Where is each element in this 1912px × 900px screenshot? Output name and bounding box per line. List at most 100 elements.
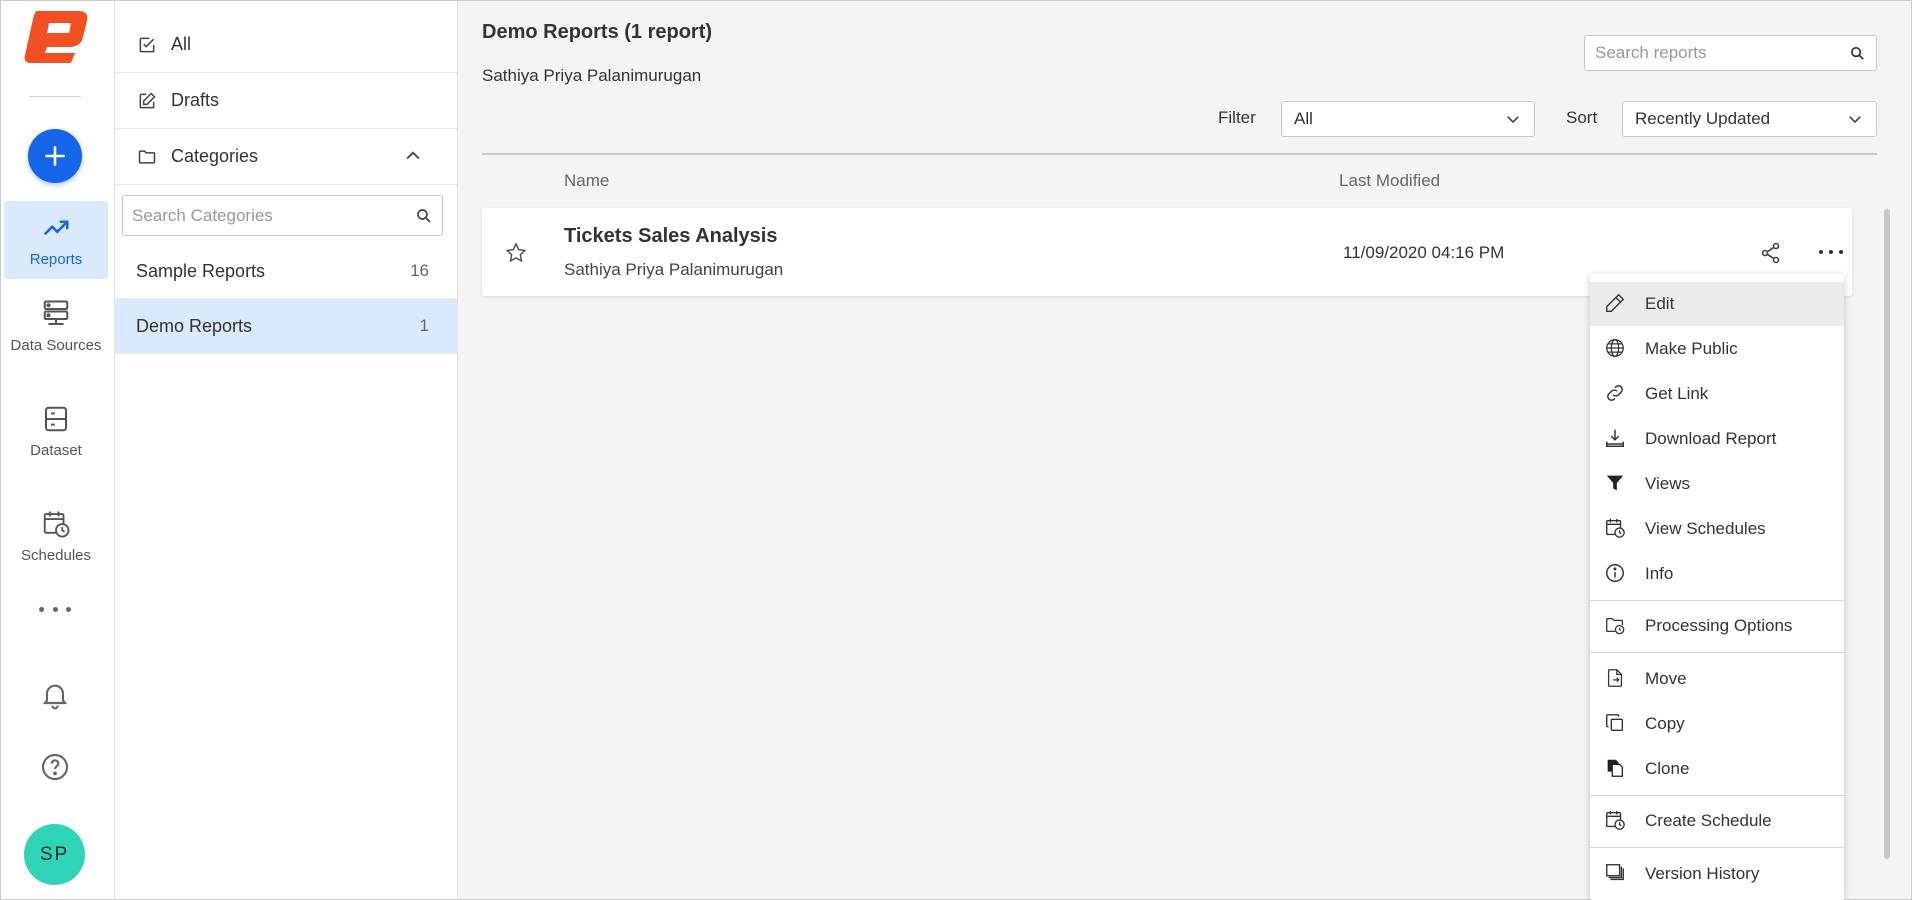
category-search-input[interactable] — [132, 205, 415, 226]
create-new-button[interactable] — [28, 129, 82, 183]
menu-item-label: Create Schedule — [1645, 811, 1772, 830]
sort-label: Sort — [1566, 108, 1598, 127]
nav-item-schedules[interactable]: Schedules — [4, 497, 108, 575]
more-nav-button[interactable] — [39, 597, 71, 621]
menu-item-view-schedules[interactable]: View Schedules — [1590, 507, 1844, 551]
filter-icon — [1606, 475, 1624, 491]
folder-clock-icon — [1606, 617, 1625, 635]
category-search-box — [122, 195, 443, 236]
category-item-name: Sample Reports — [136, 260, 266, 281]
server-icon — [43, 300, 69, 325]
edit-note-icon — [139, 91, 156, 108]
rail-divider — [29, 96, 81, 97]
menu-item-label: Make Public — [1645, 339, 1738, 358]
report-context-menu: Edit Make Public Get Link Download Repor… — [1590, 274, 1844, 900]
chevron-up-icon[interactable] — [403, 146, 423, 166]
nav-item-reports[interactable]: Reports — [4, 201, 108, 279]
nav-label: Reports — [29, 250, 83, 268]
app-logo-icon[interactable] — [19, 7, 91, 65]
report-title[interactable]: Tickets Sales Analysis — [564, 225, 777, 248]
column-header-last-modified[interactable]: Last Modified — [1339, 171, 1440, 191]
search-icon[interactable] — [415, 207, 433, 225]
menu-item-get-link[interactable]: Get Link — [1590, 372, 1844, 416]
folder-icon — [138, 149, 156, 164]
pencil-icon — [1606, 293, 1625, 312]
globe-icon — [1606, 339, 1624, 357]
info-icon — [1606, 564, 1624, 582]
header-divider — [482, 153, 1877, 155]
nav-item-dataset[interactable]: Dataset — [4, 392, 108, 470]
menu-item-label: Move — [1645, 669, 1687, 688]
chevron-down-icon — [1849, 116, 1861, 124]
nav-label: Schedules — [20, 546, 92, 564]
categories-label: Categories — [171, 146, 259, 166]
menu-item-label: Edit — [1645, 294, 1675, 313]
menu-item-label: Download Report — [1645, 429, 1777, 448]
nav-item-data-sources[interactable]: Data Sources — [4, 287, 108, 365]
menu-item-processing-options[interactable]: Processing Options — [1590, 604, 1844, 648]
sort-dropdown[interactable]: Recently Updated — [1622, 101, 1877, 137]
download-icon — [1606, 429, 1624, 447]
help-icon[interactable] — [39, 751, 71, 783]
share-icon[interactable] — [1759, 241, 1783, 265]
menu-divider — [1590, 600, 1844, 601]
nav-rail: Reports Data Sources Dataset Schedules S… — [0, 0, 115, 900]
report-search-input[interactable] — [1595, 43, 1849, 63]
report-owner: Sathiya Priya Palanimurugan — [564, 260, 784, 279]
menu-item-clone[interactable]: Clone — [1590, 747, 1844, 791]
checkbox-icon — [139, 37, 155, 52]
menu-item-label: Processing Options — [1645, 616, 1793, 635]
nav-label: Data Sources — [10, 336, 102, 354]
menu-item-move[interactable]: Move — [1590, 657, 1844, 701]
trending-up-icon — [43, 220, 69, 235]
menu-item-label: Get Link — [1645, 384, 1709, 403]
dataset-icon — [45, 406, 67, 431]
category-all-label: All — [171, 34, 192, 54]
user-avatar[interactable]: SP — [24, 824, 85, 885]
plus-icon — [45, 146, 65, 166]
category-item-demo-reports[interactable]: Demo Reports 1 — [115, 299, 457, 354]
menu-item-label: Info — [1645, 564, 1674, 583]
page-subtitle: Sathiya Priya Palanimurugan — [482, 66, 702, 85]
search-icon[interactable] — [1849, 45, 1866, 62]
file-move-icon — [1607, 669, 1623, 687]
menu-item-create-schedule[interactable]: Create Schedule — [1590, 799, 1844, 843]
nav-label: Dataset — [30, 441, 82, 459]
star-icon[interactable] — [504, 241, 528, 265]
category-drafts[interactable]: Drafts — [115, 73, 457, 129]
chevron-down-icon — [1507, 116, 1519, 124]
menu-item-edit[interactable]: Edit — [1590, 282, 1844, 326]
page-title: Demo Reports (1 report) — [482, 21, 713, 43]
report-search-box — [1584, 35, 1877, 71]
menu-item-views[interactable]: Views — [1590, 462, 1844, 506]
category-all[interactable]: All — [115, 17, 457, 73]
category-item-count: 1 — [419, 316, 429, 335]
filter-label: Filter — [1218, 108, 1256, 127]
menu-item-copy[interactable]: Copy — [1590, 702, 1844, 746]
category-item-count: 16 — [410, 261, 429, 280]
bell-icon[interactable] — [39, 679, 71, 711]
more-actions-button[interactable] — [1819, 244, 1843, 260]
categories-toggle[interactable]: Categories — [115, 129, 457, 185]
filter-dropdown[interactable]: All — [1281, 101, 1535, 137]
menu-item-label: Version History — [1645, 864, 1760, 883]
calendar-clock-icon — [1606, 810, 1625, 830]
category-item-sample-reports[interactable]: Sample Reports 16 — [115, 244, 457, 299]
stacked-windows-icon — [1606, 864, 1624, 881]
menu-item-label: View Schedules — [1645, 519, 1766, 538]
category-item-name: Demo Reports — [136, 315, 253, 336]
menu-item-make-public[interactable]: Make Public — [1590, 327, 1844, 371]
link-icon — [1607, 385, 1623, 401]
menu-item-version-history[interactable]: Version History — [1590, 852, 1844, 896]
menu-item-download-report[interactable]: Download Report — [1590, 417, 1844, 461]
menu-item-info[interactable]: Info — [1590, 552, 1844, 596]
menu-item-label: Copy — [1645, 714, 1685, 733]
menu-divider — [1590, 847, 1844, 848]
clone-icon — [1607, 759, 1623, 777]
scrollbar[interactable] — [1884, 209, 1890, 859]
category-drafts-label: Drafts — [171, 90, 220, 110]
menu-item-label: Views — [1645, 474, 1691, 493]
copy-icon — [1606, 714, 1624, 732]
menu-divider — [1590, 652, 1844, 653]
column-header-name[interactable]: Name — [564, 171, 609, 191]
